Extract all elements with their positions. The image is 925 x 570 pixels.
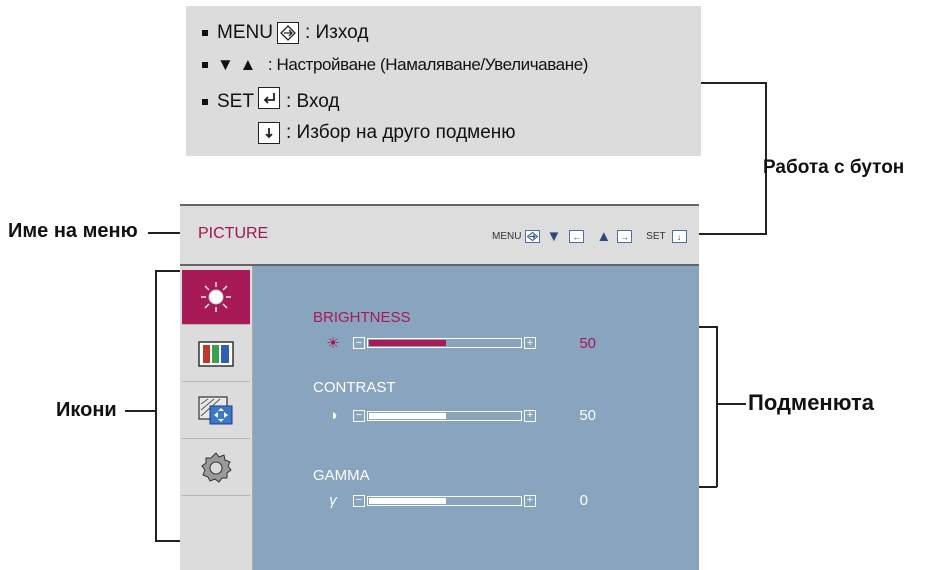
gear-icon [201,452,232,483]
brightness-icon-tab[interactable] [182,270,250,325]
brightness-slider-fill [369,340,446,346]
osd-header: PICTURE MENU ▼ ← ▲ → SET ↓ [180,204,699,266]
legend-set-label: SET [217,91,254,112]
contrast-slider[interactable] [367,410,522,421]
legend-adjust-desc: : Настройване (Намаляване/Увеличаване) [267,55,589,74]
menu-title: PICTURE [198,225,269,242]
legend-row-menu: MENU : Изход [186,18,368,48]
callout-line [125,410,156,412]
minus-icon[interactable]: − [353,337,365,349]
minus-icon[interactable]: − [353,409,365,422]
down-arrow-key-icon [258,122,280,144]
brightness-value: 50 [579,334,596,352]
contrast-icon: ◑ [328,407,338,424]
button-legend: MENU : Изход ▼ ▲ : Настройване (Намалява… [186,6,701,156]
menu-name-callout: Име на меню [8,220,138,242]
callout-line [699,233,767,235]
down-triangle-icon: ▼ [546,228,562,245]
bullet-icon [202,30,208,36]
legend-menu-desc: : Изход [304,22,369,43]
osd-key-guide: MENU ▼ ← ▲ → SET ↓ [492,228,691,245]
screen-icon-tab[interactable] [182,384,250,439]
submenu-contrast-label[interactable]: CONTRAST [313,379,396,396]
left-arrow-key-icon: ← [569,230,585,243]
osd-window: PICTURE MENU ▼ ← ▲ → SET ↓ BRIGHTNESS ☀ … [180,204,699,570]
gamma-slider-row[interactable]: γ − + 0 [313,492,588,509]
callout-line [699,326,717,328]
enter-key-icon [257,87,280,109]
callout-line [716,403,746,405]
plus-icon[interactable]: + [524,337,536,349]
icon-sidebar [180,266,253,570]
down-arrow-key-icon: ↓ [671,230,687,243]
color-icon-tab[interactable] [182,327,250,382]
submenus-callout: Подменюта [748,390,874,415]
callout-line [148,232,180,234]
contrast-value: 50 [579,407,596,424]
plus-icon[interactable]: + [524,494,536,507]
screen-adjust-icon [198,396,233,425]
brightness-icon [201,282,231,312]
contrast-slider-fill [369,412,446,419]
legend-select-desc: : Избор на друго подменю [286,122,516,143]
menu-key-icon [276,22,299,44]
gamma-slider-fill [369,497,446,504]
callout-line [716,326,718,487]
gamma-icon: γ [329,492,337,509]
menu-key-icon [525,230,541,243]
sun-icon: ☀ [326,335,340,352]
gamma-slider[interactable] [367,495,522,506]
contrast-slider-row[interactable]: ◑ − + 50 [313,407,596,424]
icons-callout: Икони [56,399,117,421]
legend-row-select: : Избор на друго подменю [254,118,516,148]
osd-menu-label: MENU [492,231,522,242]
right-arrow-key-icon: → [617,230,633,243]
submenu-gamma-label[interactable]: GAMMA [313,467,370,484]
legend-set-desc: : Вход [285,91,340,112]
up-triangle-icon: ▲ [239,55,256,74]
gamma-value: 0 [579,492,588,509]
osd-set-label: SET [646,231,666,242]
minus-icon[interactable]: − [353,494,365,507]
callout-line [155,540,180,542]
legend-row-adjust: ▼ ▲ : Настройване (Намаляване/Увеличаван… [186,50,588,80]
button-operation-callout: Работа с бутон [763,157,905,178]
submenu-brightness-label[interactable]: BRIGHTNESS [313,309,411,326]
brightness-slider-row[interactable]: ☀ − + 50 [313,334,596,353]
up-triangle-icon: ▲ [596,228,612,245]
brightness-slider[interactable] [367,338,522,348]
down-triangle-icon: ▼ [217,55,234,74]
bullet-icon [202,62,208,68]
plus-icon[interactable]: + [524,409,536,422]
callout-line [155,270,180,272]
callout-line [155,270,157,541]
callout-line [699,486,717,488]
callout-line [701,82,766,84]
legend-menu-label: MENU [217,22,273,43]
bullet-icon [202,99,208,105]
setup-icon-tab[interactable] [182,441,250,496]
legend-row-set: SET : Вход [186,87,340,117]
color-bars-icon [198,341,234,367]
